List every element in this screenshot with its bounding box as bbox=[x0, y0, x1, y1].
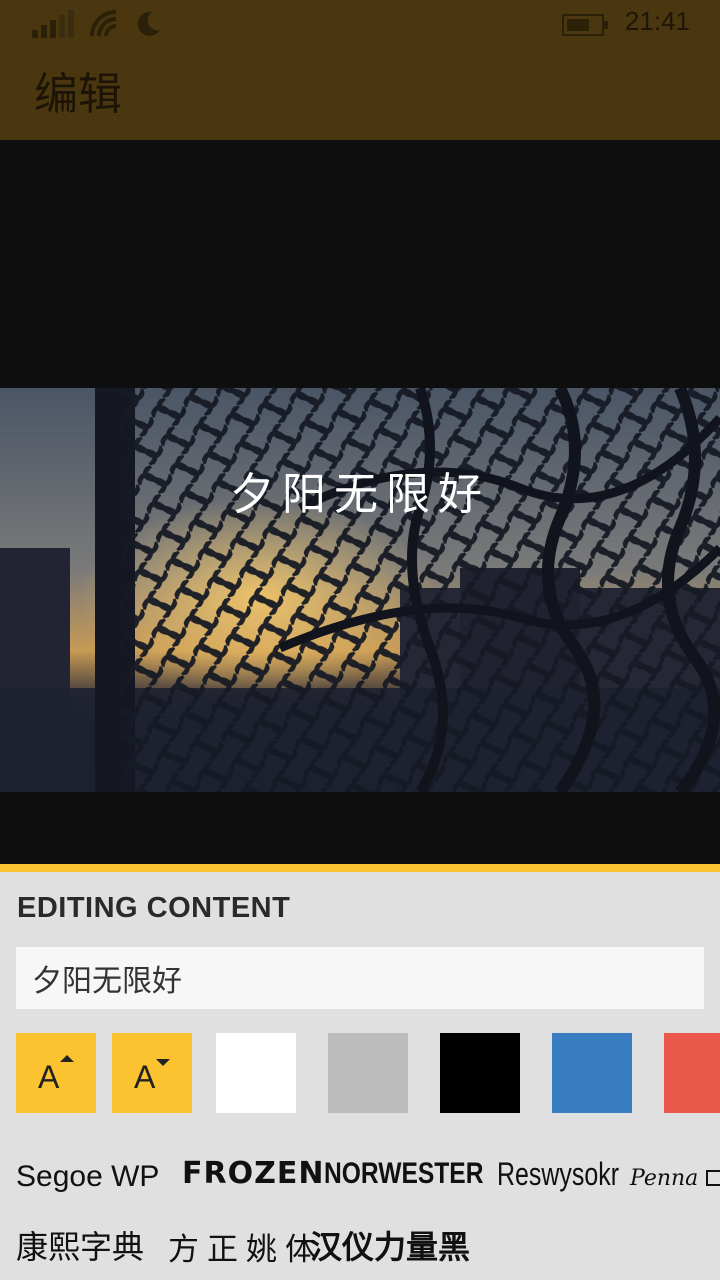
content-text-input[interactable] bbox=[16, 947, 704, 1009]
page-title: 编辑 bbox=[34, 69, 122, 120]
caret-up-icon bbox=[60, 1055, 74, 1062]
overlay-caption[interactable]: 夕阳无限好 bbox=[0, 458, 720, 522]
increase-font-size-button[interactable]: A bbox=[16, 1033, 96, 1113]
panel-title: EDITING CONTENT bbox=[17, 892, 291, 924]
font-option-fangzheng-yaoti[interactable]: 方正姚体 bbox=[168, 1224, 324, 1269]
photo-preview[interactable] bbox=[0, 388, 720, 792]
battery-icon bbox=[562, 14, 608, 36]
status-bar: 21:41 bbox=[0, 0, 720, 48]
quiet-hours-moon-icon bbox=[137, 11, 160, 36]
font-option-frozen[interactable]: FROZEN bbox=[182, 1156, 324, 1191]
font-size-letter: A bbox=[134, 1059, 156, 1095]
wifi-icon bbox=[90, 10, 117, 37]
decrease-font-size-button[interactable]: A bbox=[112, 1033, 192, 1113]
font-option-penna[interactable]: Penna bbox=[630, 1166, 698, 1191]
color-swatch-white[interactable] bbox=[216, 1033, 296, 1113]
signal-strength-icon bbox=[32, 10, 74, 38]
photo-image bbox=[0, 388, 720, 792]
font-option-hanyi-power-black[interactable]: 汉仪力量黑 bbox=[310, 1222, 470, 1268]
editing-panel: EDITING CONTENT A A Segoe WP FROZEN NORW… bbox=[0, 864, 720, 1280]
font-size-letter: A bbox=[38, 1059, 60, 1095]
color-swatch-gray[interactable] bbox=[328, 1033, 408, 1113]
title-bar: 编辑 bbox=[0, 48, 720, 140]
color-swatch-blue[interactable] bbox=[552, 1033, 632, 1113]
color-swatch-red[interactable] bbox=[664, 1033, 720, 1113]
font-option-next[interactable] bbox=[706, 1170, 720, 1186]
caret-down-icon bbox=[156, 1059, 170, 1066]
font-option-norwester[interactable]: NORWESTER bbox=[324, 1157, 483, 1191]
color-swatch-black[interactable] bbox=[440, 1033, 520, 1113]
font-option-segoe-wp[interactable]: Segoe WP bbox=[16, 1160, 159, 1194]
preview-canvas: 夕阳无限好 bbox=[0, 140, 720, 864]
font-option-reswysokr[interactable]: Reswysokr bbox=[497, 1156, 619, 1193]
font-option-kangxi-dictionary[interactable]: 康熙字典 bbox=[16, 1222, 144, 1268]
clock: 21:41 bbox=[624, 6, 690, 36]
